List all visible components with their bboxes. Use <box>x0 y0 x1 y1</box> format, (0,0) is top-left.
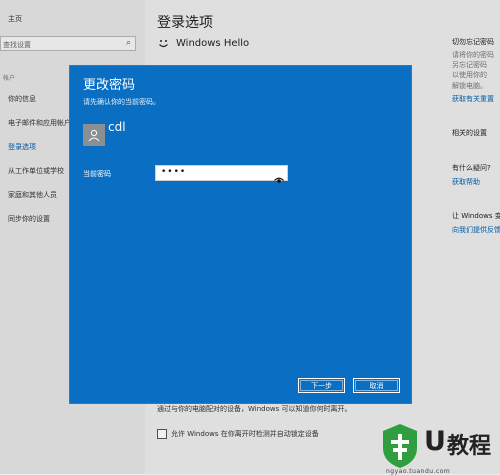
next-button[interactable]: 下一步 <box>298 378 345 393</box>
shield-logo-icon <box>383 424 417 468</box>
cancel-button[interactable]: 取消 <box>353 378 400 393</box>
watermark-logo: U 教程 ngyao.tuandu.com <box>380 412 500 475</box>
dialog-title: 更改密码 <box>83 78 136 93</box>
dialog-subtitle: 请先确认你的当前密码。 <box>83 98 160 106</box>
current-password-label: 当前密码 <box>83 170 111 178</box>
username: cdl <box>108 120 126 134</box>
password-value: •••• <box>161 167 187 177</box>
button-focus-ring <box>300 380 343 391</box>
watermark-text: 教程 <box>447 434 492 459</box>
change-password-dialog: 更改密码 请先确认你的当前密码。 cdl 当前密码 •••• 下一步 取消 <box>69 65 412 404</box>
reveal-password-eye-icon[interactable] <box>274 169 284 188</box>
avatar <box>83 124 105 146</box>
watermark-letter: U <box>424 426 446 457</box>
button-focus-ring <box>355 380 398 391</box>
user-icon <box>88 129 100 142</box>
current-password-input[interactable]: •••• <box>155 165 288 183</box>
